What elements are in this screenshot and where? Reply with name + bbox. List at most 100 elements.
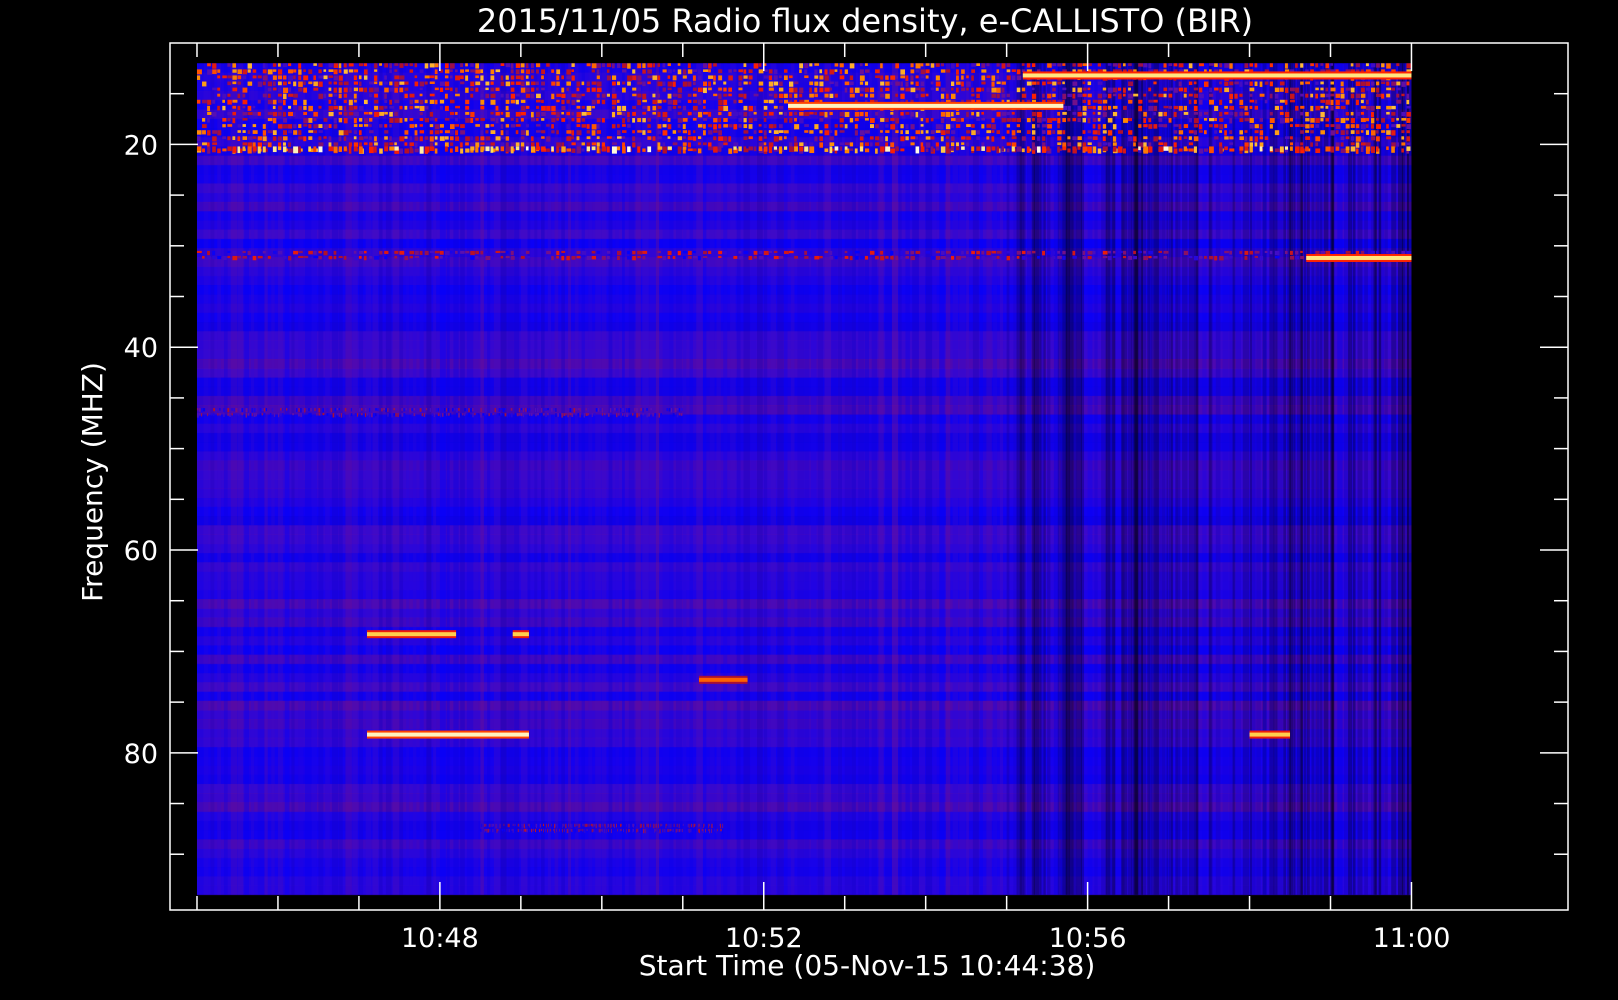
interference-band <box>520 408 523 411</box>
interference-band <box>323 69 327 72</box>
interference-band <box>520 413 523 417</box>
interference-band <box>293 93 298 98</box>
interference-band <box>257 99 261 104</box>
interference-band <box>326 408 329 413</box>
interference-band <box>293 146 299 154</box>
interference-band <box>362 413 365 416</box>
interference-band <box>1279 99 1285 103</box>
interference-band <box>1224 81 1229 86</box>
interference-band <box>819 130 823 134</box>
interference-band <box>1315 124 1320 128</box>
interference-band <box>738 250 742 254</box>
interference-band <box>571 136 575 140</box>
interference-band <box>439 130 443 134</box>
interference-band <box>1360 146 1364 152</box>
interference-band <box>1123 148 1126 154</box>
spectrogram-streak <box>750 63 757 895</box>
dark-streak <box>1262 63 1267 895</box>
interference-band <box>763 99 769 104</box>
interference-band <box>709 828 711 834</box>
interference-band <box>444 250 450 256</box>
dark-streak <box>1065 63 1069 895</box>
interference-band <box>283 130 288 135</box>
interference-band <box>561 99 565 105</box>
interference-band <box>1320 130 1325 135</box>
interference-band <box>588 823 590 827</box>
interference-band <box>890 111 894 115</box>
interference-band <box>647 81 651 85</box>
interference-band <box>738 124 742 128</box>
interference-band <box>694 823 696 826</box>
interference-band <box>966 250 969 255</box>
interference-band <box>1158 111 1163 117</box>
interference-band <box>1052 81 1057 86</box>
interference-band <box>207 130 211 136</box>
interference-band <box>470 408 472 413</box>
interference-band <box>804 124 809 127</box>
interference-band <box>645 823 647 827</box>
interference-band <box>424 146 430 153</box>
interference-band <box>814 136 818 142</box>
interference-band <box>306 408 308 412</box>
interference-band <box>505 124 510 128</box>
interference-band <box>1026 81 1032 86</box>
interference-band <box>363 255 367 261</box>
interference-band <box>647 118 652 122</box>
interference-band <box>217 75 221 79</box>
spectrogram-streak <box>1215 63 1221 895</box>
interference-band <box>1284 250 1288 255</box>
spectrogram-streak <box>568 63 572 895</box>
interference-band <box>1370 87 1376 93</box>
interference-band <box>600 828 602 832</box>
interference-band <box>1320 81 1324 85</box>
interference-band <box>201 408 204 413</box>
interference-band <box>915 81 919 87</box>
interference-band <box>819 87 824 93</box>
interference-band <box>490 130 496 134</box>
interference-band <box>824 250 829 254</box>
interference-band <box>500 81 505 86</box>
interference-band <box>358 75 362 80</box>
interference-band <box>512 823 514 827</box>
interference-band <box>768 111 774 116</box>
interference-band <box>591 255 597 260</box>
interference-band <box>637 81 643 85</box>
interference-band <box>900 148 905 152</box>
interference-band <box>743 118 747 123</box>
interference-band <box>1406 111 1411 117</box>
interference-band <box>1244 130 1248 133</box>
interference-band <box>794 87 798 93</box>
interference-band <box>1006 130 1010 134</box>
interference-band <box>1198 148 1204 154</box>
interference-band <box>616 99 620 103</box>
interference-band <box>576 146 582 154</box>
interference-band <box>773 69 778 74</box>
interference-band <box>654 413 657 416</box>
interference-band <box>328 255 333 260</box>
interference-band <box>1163 250 1169 254</box>
interference-band <box>530 146 536 153</box>
interference-band <box>1062 81 1065 85</box>
interference-band <box>566 111 571 116</box>
interference-band <box>1269 118 1275 124</box>
interference-band <box>753 93 759 97</box>
interference-band <box>561 105 566 111</box>
interference-band <box>561 93 566 99</box>
interference-band <box>320 413 322 417</box>
interference-band <box>1360 105 1366 109</box>
interference-band <box>550 828 552 832</box>
interference-band <box>1031 124 1036 129</box>
interference-band <box>991 81 995 87</box>
interference-band <box>399 148 403 154</box>
interference-band <box>328 142 332 147</box>
spectrogram-streak <box>676 63 682 895</box>
interference-band <box>773 130 779 134</box>
interference-band <box>575 823 577 828</box>
interference-band <box>495 87 500 91</box>
interference-band <box>530 81 536 86</box>
interference-band <box>637 99 642 106</box>
interference-band <box>687 81 692 87</box>
interference-band <box>976 255 980 260</box>
interference-band <box>1097 142 1102 147</box>
interference-band <box>703 828 704 833</box>
